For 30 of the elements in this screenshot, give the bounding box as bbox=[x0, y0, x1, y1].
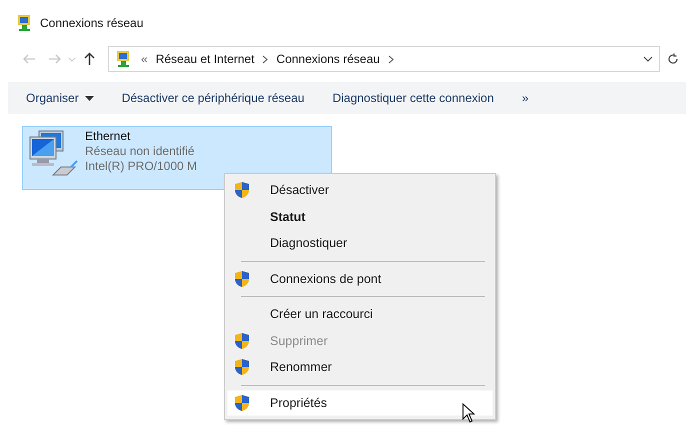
menu-item[interactable]: Propriétés bbox=[227, 390, 493, 416]
shield-icon bbox=[234, 332, 250, 350]
shield-icon bbox=[234, 394, 250, 412]
refresh-icon[interactable] bbox=[667, 53, 679, 65]
window-title: Connexions réseau bbox=[40, 16, 144, 30]
chevron-down-icon[interactable] bbox=[643, 56, 653, 62]
breadcrumb[interactable]: Connexions réseau bbox=[276, 52, 380, 66]
menu-item[interactable]: Statut bbox=[227, 204, 493, 230]
chevron-icon bbox=[388, 54, 394, 64]
caret-icon bbox=[84, 96, 94, 100]
chevron-icon bbox=[262, 54, 268, 64]
adapter-name: Intel(R) PRO/1000 M bbox=[85, 159, 198, 173]
address-bar[interactable]: « Réseau et Internet Connexions réseau bbox=[108, 46, 660, 72]
connection-status: Réseau non identifié bbox=[85, 144, 196, 158]
shield-icon bbox=[234, 358, 250, 376]
mouse-pointer-icon bbox=[462, 403, 476, 423]
more-button[interactable]: » bbox=[510, 84, 541, 112]
shield-icon bbox=[234, 181, 250, 200]
toolbar-button[interactable]: Diagnostiquer cette connexion bbox=[320, 84, 506, 112]
up-arrow-icon[interactable] bbox=[84, 52, 94, 66]
menu-item[interactable]: Connexions de pont bbox=[227, 266, 493, 292]
menu-item[interactable]: Créer un raccourci bbox=[227, 301, 493, 328]
overflow-chevron[interactable]: « bbox=[141, 52, 148, 66]
menu-item[interactable]: Diagnostiquer bbox=[227, 230, 493, 256]
toolbar-button[interactable]: Organiser bbox=[14, 84, 106, 112]
shield-icon bbox=[234, 270, 250, 288]
breadcrumb[interactable]: Réseau et Internet bbox=[156, 52, 254, 66]
connection-name: Ethernet bbox=[85, 129, 132, 143]
toolbar-button[interactable]: Désactiver ce périphérique réseau bbox=[110, 84, 316, 112]
menu-item[interactable]: Renommer bbox=[227, 354, 493, 380]
